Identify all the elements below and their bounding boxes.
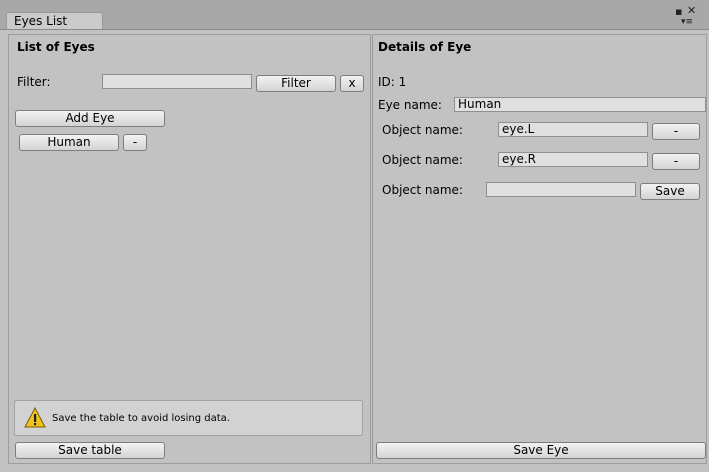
eye-item-button[interactable]: Human xyxy=(19,134,119,151)
save-table-button[interactable]: Save table xyxy=(15,442,165,459)
menu-icon[interactable]: ▾≡ xyxy=(681,17,693,27)
panel-title: List of Eyes xyxy=(17,40,95,54)
maximize-icon[interactable]: ▪ xyxy=(675,6,682,17)
tab-eyes-list[interactable]: Eyes List xyxy=(6,12,103,29)
close-icon[interactable]: ✕ xyxy=(687,5,696,16)
tab-bar: Eyes List ▪ ✕ ▾≡ xyxy=(0,0,709,30)
id-label: ID: 1 xyxy=(378,75,407,89)
warning-helpbox: Save the table to avoid losing data. xyxy=(14,400,363,436)
editor-window: Eyes List ▪ ✕ ▾≡ List of Eyes Filter: Fi… xyxy=(0,0,709,472)
new-object-name-field[interactable] xyxy=(486,182,636,197)
add-eye-button[interactable]: Add Eye xyxy=(15,110,165,127)
remove-eye-button[interactable]: - xyxy=(123,134,147,151)
eye-name-field[interactable]: Human xyxy=(454,97,706,112)
clear-filter-button[interactable]: x xyxy=(340,75,364,92)
window-controls: ▪ ✕ ▾≡ xyxy=(673,5,699,27)
content-area: List of Eyes Filter: Filter x Add Eye Hu… xyxy=(5,30,707,466)
filter-input[interactable] xyxy=(102,74,252,89)
save-eye-button[interactable]: Save Eye xyxy=(376,442,706,459)
warning-icon xyxy=(24,407,46,428)
object-name-field[interactable]: eye.L xyxy=(498,122,648,137)
remove-object-button[interactable]: - xyxy=(652,153,700,170)
filter-button[interactable]: Filter xyxy=(256,75,336,92)
filter-label: Filter: xyxy=(17,75,51,89)
remove-object-button[interactable]: - xyxy=(652,123,700,140)
warning-text: Save the table to avoid losing data. xyxy=(52,413,230,424)
object-name-label: Object name: xyxy=(382,123,463,137)
save-object-button[interactable]: Save xyxy=(640,183,700,200)
object-name-label: Object name: xyxy=(382,153,463,167)
object-name-field[interactable]: eye.R xyxy=(498,152,648,167)
eye-name-label: Eye name: xyxy=(378,98,442,112)
object-name-label: Object name: xyxy=(382,183,463,197)
panel-title: Details of Eye xyxy=(378,40,472,54)
eye-details-panel: Details of Eye ID: 1 Eye name: Human Obj… xyxy=(372,34,707,464)
eye-list-panel: List of Eyes Filter: Filter x Add Eye Hu… xyxy=(8,34,371,464)
